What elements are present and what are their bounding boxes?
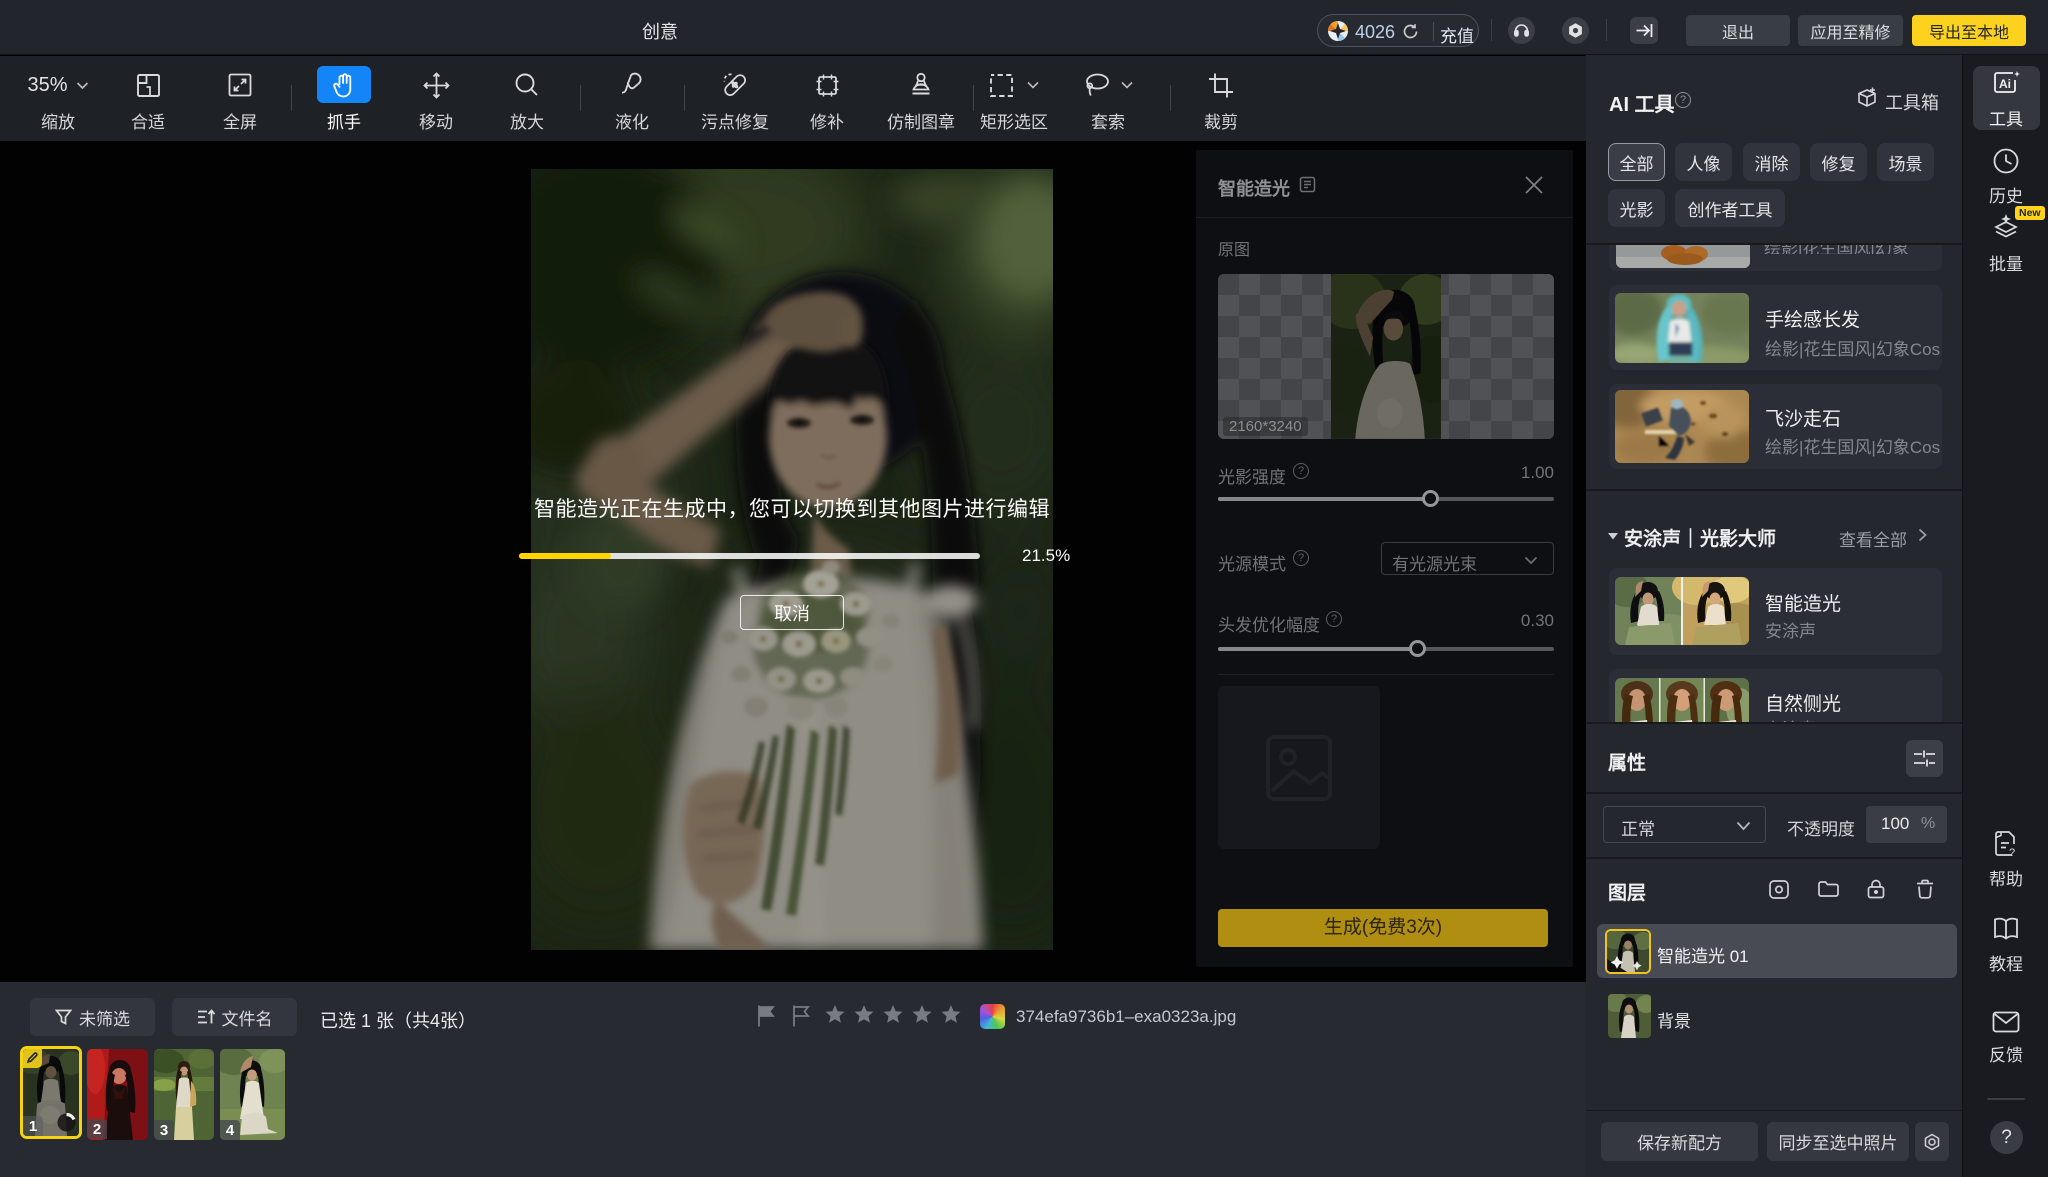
svg-text:?: ? bbox=[2009, 847, 2015, 857]
svg-text:Ai: Ai bbox=[1999, 77, 2011, 91]
